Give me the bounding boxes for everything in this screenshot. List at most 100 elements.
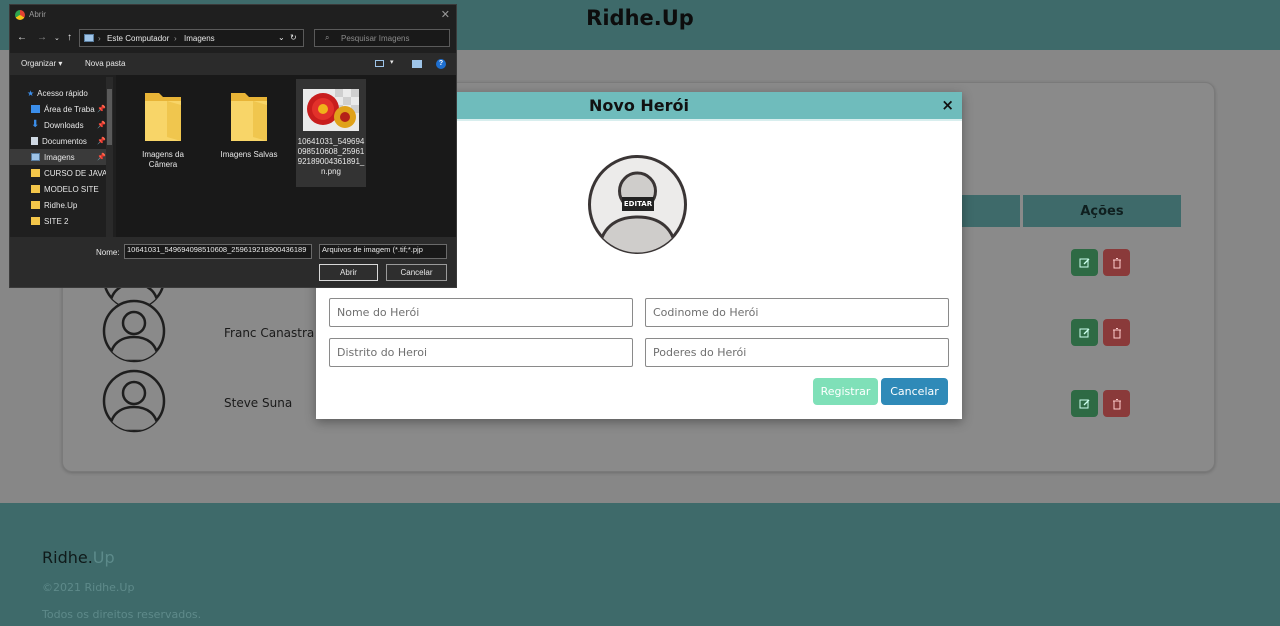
search-box[interactable]: ⌕ Pesquisar Imagens (314, 29, 450, 47)
footer-copyright: ©2021 Ridhe.Up (42, 581, 135, 594)
hero-codename-input[interactable] (645, 298, 949, 327)
close-icon[interactable]: ✕ (441, 8, 450, 21)
nav-item-label: Imagens (44, 152, 75, 162)
nav-item-label: Ridhe.Up (44, 200, 78, 210)
image-thumbnail (303, 89, 359, 131)
chevron-down-icon[interactable]: ▾ (390, 58, 394, 66)
filename-input[interactable]: 10641031_549694098510608_259619218900436… (124, 244, 312, 259)
help-icon[interactable]: ? (436, 59, 446, 69)
trash-icon (1112, 257, 1121, 268)
delete-hero-button[interactable] (1103, 390, 1130, 417)
filename-value: 10641031_549694098510608_259619218900436… (127, 245, 307, 254)
nav-item-folder[interactable]: Ridhe.Up (10, 197, 106, 213)
nav-item-downloads[interactable]: ⬇ Downloads 📌 (10, 117, 106, 133)
chevron-down-icon[interactable]: ⌄ (54, 34, 60, 42)
edit-icon (1079, 399, 1089, 408)
nav-item-label: CURSO DE JAVAS (44, 168, 106, 178)
file-name: 92189004361891_ (297, 157, 365, 166)
edit-hero-button[interactable] (1071, 319, 1098, 346)
chrome-icon (15, 10, 25, 20)
hero-avatar (102, 299, 166, 363)
view-options-icon[interactable] (375, 60, 384, 67)
search-placeholder: Pesquisar Imagens (341, 34, 410, 43)
nav-item-folder[interactable]: SITE 2 (10, 213, 106, 229)
register-button[interactable]: Registrar (813, 378, 878, 405)
footer-brand-main: Ridhe. (42, 548, 93, 567)
edit-icon (1079, 328, 1089, 337)
nav-item-quick-access[interactable]: ★ Acesso rápido (10, 85, 106, 101)
folder-icon (31, 217, 40, 225)
edit-photo-button[interactable]: EDITAR (622, 197, 654, 211)
folder-icon (31, 185, 40, 193)
nav-item-folder[interactable]: MODELO SITE (10, 181, 106, 197)
file-list: Imagens da Câmera Imagens Salvas 1064103… (116, 75, 456, 237)
document-icon (31, 137, 38, 145)
edit-hero-button[interactable] (1071, 249, 1098, 276)
cancel-button[interactable]: Cancelar (881, 378, 948, 405)
breadcrumb-item[interactable]: Este Computador (107, 34, 169, 43)
dialog-cancel-button[interactable]: Cancelar (386, 264, 447, 281)
file-name: Imagens Salvas (220, 150, 278, 159)
image-icon (31, 153, 40, 161)
hero-district-input[interactable] (329, 338, 633, 367)
filetype-select[interactable]: Arquivos de imagem (*.tif;*.pjp (319, 244, 447, 259)
breadcrumb-separator-icon: › (98, 34, 101, 43)
pin-icon: 📌 (97, 122, 106, 129)
dialog-title: Abrir (29, 10, 46, 19)
file-item-folder[interactable]: Imagens Salvas (214, 79, 284, 160)
hero-powers-input[interactable] (645, 338, 949, 367)
footer-brand-accent: Up (92, 548, 115, 567)
folder-icon (231, 93, 267, 141)
nav-item-documents[interactable]: Documentos 📌 (10, 133, 106, 149)
trash-icon (1112, 327, 1121, 338)
nav-item-label: Acesso rápido (37, 88, 88, 98)
up-arrow-icon[interactable]: ↑ (67, 32, 72, 43)
pin-icon: 📌 (97, 138, 106, 145)
desktop-icon (31, 105, 40, 113)
file-name: n.png (320, 167, 342, 176)
hero-name-input[interactable] (329, 298, 633, 327)
pin-icon: 📌 (97, 106, 106, 113)
breadcrumb-separator-icon: › (174, 34, 177, 43)
hero-avatar (102, 369, 166, 433)
delete-hero-button[interactable] (1103, 319, 1130, 346)
dialog-navbar: ← → ⌄ ↑ › Este Computador › Imagens ⌄ ↻ … (10, 25, 456, 51)
forward-arrow-icon[interactable]: → (37, 32, 47, 43)
dialog-titlebar[interactable]: Abrir ✕ (10, 5, 456, 25)
nav-item-label: Área de Traba (44, 104, 95, 114)
table-header-actions: Ações (1023, 195, 1181, 227)
open-button[interactable]: Abrir (319, 264, 378, 281)
dialog-toolbar: Organizar ▾ Nova pasta ▾ ? (10, 53, 456, 75)
file-item-image[interactable]: 10641031_549694 098510608_25961 92189004… (296, 79, 366, 187)
download-icon: ⬇ (31, 119, 40, 130)
footer-brand: Ridhe.Up (42, 548, 115, 567)
footer-rights: Todos os direitos reservados. (42, 608, 202, 621)
refresh-icon[interactable]: ↻ (290, 33, 297, 42)
address-bar[interactable]: › Este Computador › Imagens ⌄ ↻ (79, 29, 304, 47)
organize-menu[interactable]: Organizar ▾ (21, 59, 62, 68)
nav-item-folder[interactable]: CURSO DE JAVAS (10, 165, 106, 181)
navigation-scrollbar[interactable] (106, 77, 113, 237)
star-icon: ★ (27, 88, 35, 98)
search-icon: ⌕ (325, 33, 330, 42)
new-folder-button[interactable]: Nova pasta (85, 59, 125, 68)
edit-hero-button[interactable] (1071, 390, 1098, 417)
table-header-cell (962, 195, 1020, 227)
preview-pane-icon[interactable] (412, 60, 422, 68)
scrollbar-thumb[interactable] (107, 89, 112, 145)
close-icon[interactable]: × (941, 96, 954, 114)
folder-icon (31, 201, 40, 209)
nav-item-desktop[interactable]: Área de Traba 📌 (10, 101, 106, 117)
nav-item-label: Downloads (44, 120, 84, 130)
pin-icon: 📌 (97, 154, 106, 161)
nav-item-pictures[interactable]: Imagens 📌 (10, 149, 106, 165)
breadcrumb-item[interactable]: Imagens (184, 34, 215, 43)
file-name: 10641031_549694 (297, 137, 365, 146)
delete-hero-button[interactable] (1103, 249, 1130, 276)
file-name: Câmera (148, 160, 178, 169)
file-item-folder[interactable]: Imagens da Câmera (128, 79, 198, 170)
back-arrow-icon[interactable]: ← (17, 32, 27, 43)
chevron-down-icon[interactable]: ⌄ (278, 33, 285, 42)
open-file-dialog: Abrir ✕ ← → ⌄ ↑ › Este Computador › Imag… (9, 4, 457, 288)
hero-name: Steve Suna (224, 396, 293, 410)
